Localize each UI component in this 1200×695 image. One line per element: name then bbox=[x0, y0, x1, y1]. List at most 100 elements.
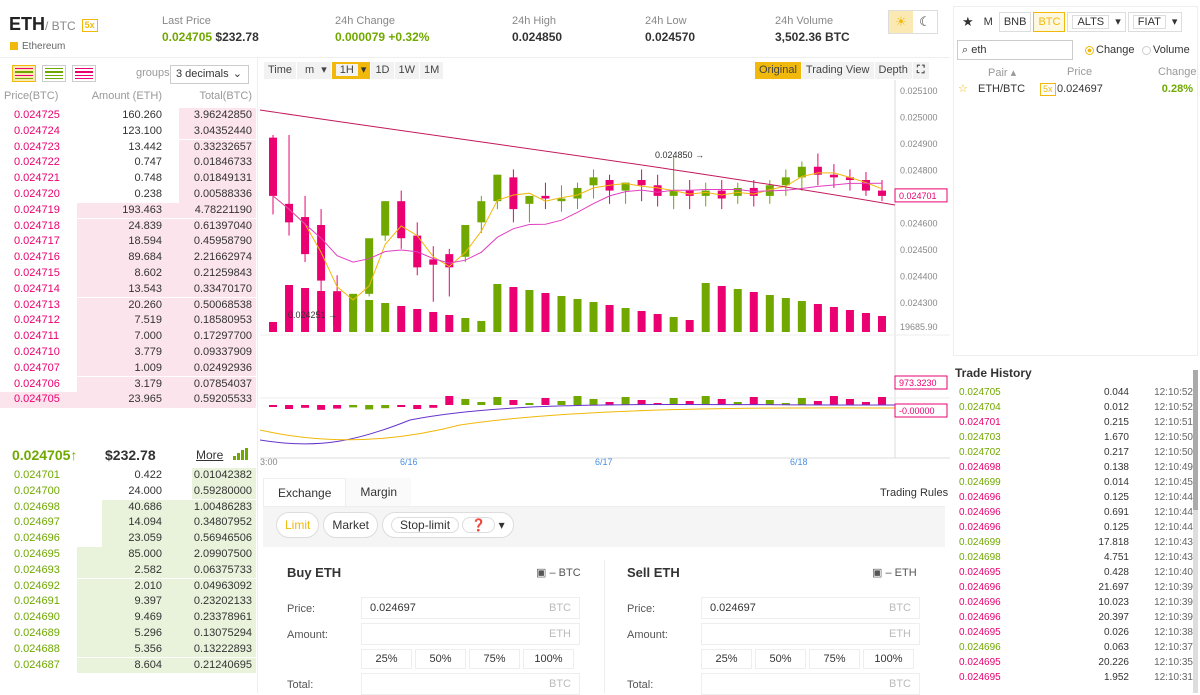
orderbook-header: Price(BTC) Amount (ETH) Total(BTC) bbox=[4, 90, 252, 102]
order-type-stop-limit[interactable]: Stop-limit ❓ ▾ bbox=[382, 512, 514, 538]
buy-amount-input[interactable]: ETH bbox=[361, 623, 580, 645]
bid-row[interactable]: 0.024696 23.059 0.56946506 bbox=[0, 531, 256, 547]
candle-body bbox=[749, 187, 758, 196]
expand-icon[interactable]: ⛶ bbox=[912, 62, 929, 79]
view-original[interactable]: Original bbox=[755, 62, 801, 79]
ask-row[interactable]: 0.024721 0.748 0.01849131 bbox=[0, 171, 256, 187]
ask-row[interactable]: 0.024716 89.684 2.21662974 bbox=[0, 250, 256, 266]
buy-wallet[interactable]: ▣ – BTC bbox=[536, 566, 581, 579]
tab-margin[interactable]: Margin bbox=[346, 478, 412, 507]
pair-title[interactable]: ETH/ BTC 5x bbox=[9, 14, 98, 35]
market-tab-btc[interactable]: BTC bbox=[1033, 12, 1066, 32]
ask-row[interactable]: 0.024710 3.779 0.09337909 bbox=[0, 345, 256, 361]
view-trading-view[interactable]: Trading View bbox=[801, 62, 874, 79]
radio-volume[interactable]: Volume bbox=[1142, 44, 1190, 56]
bid-row[interactable]: 0.024689 5.296 0.13075294 bbox=[0, 626, 256, 642]
sell-pct-100[interactable]: 100% bbox=[863, 649, 914, 669]
market-tab-alts[interactable]: ALTS ▾ bbox=[1067, 12, 1126, 32]
ask-row[interactable]: 0.024706 3.179 0.07854037 bbox=[0, 376, 256, 393]
ask-row[interactable]: 0.024720 0.238 0.00588336 bbox=[0, 187, 256, 203]
ask-row[interactable]: 0.024713 20.260 0.50068538 bbox=[0, 297, 256, 314]
ask-row[interactable]: 0.024711 7.000 0.17297700 bbox=[0, 329, 256, 345]
sell-price-input[interactable]: 0.024697 BTC bbox=[701, 597, 920, 619]
bid-row[interactable]: 0.024692 2.010 0.04963092 bbox=[0, 578, 256, 595]
ask-row[interactable]: 0.024714 13.543 0.33470170 bbox=[0, 281, 256, 298]
buy-total-input[interactable]: BTC bbox=[361, 673, 580, 695]
ask-row[interactable]: 0.024723 13.442 0.33232657 bbox=[0, 139, 256, 156]
candle-body bbox=[557, 198, 566, 202]
sun-icon[interactable]: ☀ bbox=[889, 11, 913, 33]
ask-row[interactable]: 0.024717 18.594 0.45958790 bbox=[0, 234, 256, 251]
candle-body bbox=[429, 259, 438, 265]
ask-row[interactable]: 0.024724 123.100 3.04352440 bbox=[0, 123, 256, 140]
bid-row[interactable]: 0.024701 0.422 0.01042382 bbox=[0, 468, 256, 484]
order-type-market[interactable]: Market bbox=[323, 512, 379, 538]
ask-row[interactable]: 0.024725 160.260 3.96242850 bbox=[0, 108, 256, 124]
radio-change[interactable]: Change bbox=[1085, 44, 1135, 56]
trade-row: 0.024704 0.012 12:10:52 bbox=[959, 402, 1196, 413]
market-tab-fiat[interactable]: FIAT ▾ bbox=[1127, 12, 1183, 32]
orderbook-both-icon[interactable] bbox=[12, 65, 36, 82]
time-button[interactable]: Time bbox=[264, 62, 297, 79]
ask-row[interactable]: 0.024707 1.009 0.02492936 bbox=[0, 360, 256, 377]
view-depth[interactable]: Depth bbox=[874, 62, 912, 79]
moon-icon[interactable]: ☾ bbox=[913, 11, 937, 33]
trade-price: 0.024696 bbox=[959, 507, 1001, 518]
price-chart[interactable]: 0.025100 0.025000 0.024900 0.024800 0.024701… bbox=[260, 80, 950, 470]
sell-wallet[interactable]: ▣ – ETH bbox=[872, 566, 917, 579]
buy-pct-50[interactable]: 50% bbox=[415, 649, 466, 669]
bid-row[interactable]: 0.024687 8.604 0.21240695 bbox=[0, 657, 256, 674]
col-pair[interactable]: Pair ▴ bbox=[988, 66, 1016, 79]
trade-amount: 0.215 bbox=[1103, 417, 1129, 428]
trade-row: 0.024695 20.226 12:10:35 bbox=[959, 657, 1196, 668]
more-link[interactable]: More bbox=[196, 448, 223, 462]
market-tab-bnb[interactable]: BNB bbox=[998, 12, 1032, 32]
tab-exchange[interactable]: Exchange bbox=[263, 478, 347, 507]
bid-row[interactable]: 0.024697 14.094 0.34807952 bbox=[0, 515, 256, 532]
interval-1w[interactable]: 1W bbox=[394, 62, 419, 79]
market-tab-margin[interactable]: M bbox=[980, 13, 997, 31]
trade-price: 0.024695 bbox=[959, 672, 1001, 683]
orderbook-bids-icon[interactable] bbox=[42, 65, 66, 82]
market-row[interactable]: ☆ ETH/BTC 5x 0.024697 0.28% bbox=[958, 80, 1196, 98]
row-amount: 9.469 bbox=[134, 611, 162, 624]
bid-row[interactable]: 0.024690 9.469 0.23378961 bbox=[0, 610, 256, 626]
bid-row[interactable]: 0.024700 24.000 0.59280000 bbox=[0, 483, 256, 500]
col-price[interactable]: Price bbox=[1067, 66, 1092, 78]
trade-history-scrollbar[interactable] bbox=[1193, 370, 1198, 693]
ask-row[interactable]: 0.024712 7.519 0.18580953 bbox=[0, 313, 256, 330]
signal-line bbox=[260, 407, 896, 441]
ask-row[interactable]: 0.024719 193.463 4.78221190 bbox=[0, 202, 256, 219]
sell-total-input[interactable]: BTC bbox=[701, 673, 920, 695]
ask-row[interactable]: 0.024705 23.965 0.59205533 bbox=[0, 392, 256, 409]
col-change[interactable]: Change bbox=[1158, 66, 1197, 78]
bid-row[interactable]: 0.024698 40.686 1.00486283 bbox=[0, 499, 256, 516]
bid-row[interactable]: 0.024688 5.356 0.13222893 bbox=[0, 641, 256, 658]
ask-row[interactable]: 0.024722 0.747 0.01846733 bbox=[0, 155, 256, 172]
buy-pct-25[interactable]: 25% bbox=[361, 649, 412, 669]
bid-row[interactable]: 0.024695 85.000 2.09907500 bbox=[0, 547, 256, 563]
minute-dropdown[interactable]: m ▾ bbox=[297, 62, 331, 79]
macd-bar bbox=[541, 398, 550, 405]
sell-amount-input[interactable]: ETH bbox=[701, 623, 920, 645]
bid-row[interactable]: 0.024691 9.397 0.23202133 bbox=[0, 594, 256, 611]
buy-price-input[interactable]: 0.024697 BTC bbox=[361, 597, 580, 619]
buy-pct-75[interactable]: 75% bbox=[469, 649, 520, 669]
sell-pct-75[interactable]: 75% bbox=[809, 649, 860, 669]
sell-pct-25[interactable]: 25% bbox=[701, 649, 752, 669]
ask-row[interactable]: 0.024718 24.839 0.61397040 bbox=[0, 218, 256, 235]
interval-1d[interactable]: 1D bbox=[371, 62, 394, 79]
sell-pct-50[interactable]: 50% bbox=[755, 649, 806, 669]
market-search-input[interactable]: ⌕ eth bbox=[957, 40, 1073, 60]
interval-1h[interactable]: 1H ▾ bbox=[331, 62, 371, 79]
bid-row[interactable]: 0.024693 2.582 0.06375733 bbox=[0, 562, 256, 579]
groups-select[interactable]: 3 decimals ⌄ bbox=[170, 65, 249, 84]
buy-pct-100[interactable]: 100% bbox=[523, 649, 574, 669]
star-icon[interactable]: ★ bbox=[958, 13, 978, 31]
trading-rules-link[interactable]: Trading Rules bbox=[880, 487, 948, 499]
orderbook-asks-icon[interactable] bbox=[72, 65, 96, 82]
order-type-limit[interactable]: Limit bbox=[276, 512, 320, 538]
ask-row[interactable]: 0.024715 8.602 0.21259843 bbox=[0, 266, 256, 282]
interval-1m[interactable]: 1M bbox=[420, 62, 444, 79]
theme-toggle[interactable]: ☀ ☾ bbox=[888, 10, 938, 34]
